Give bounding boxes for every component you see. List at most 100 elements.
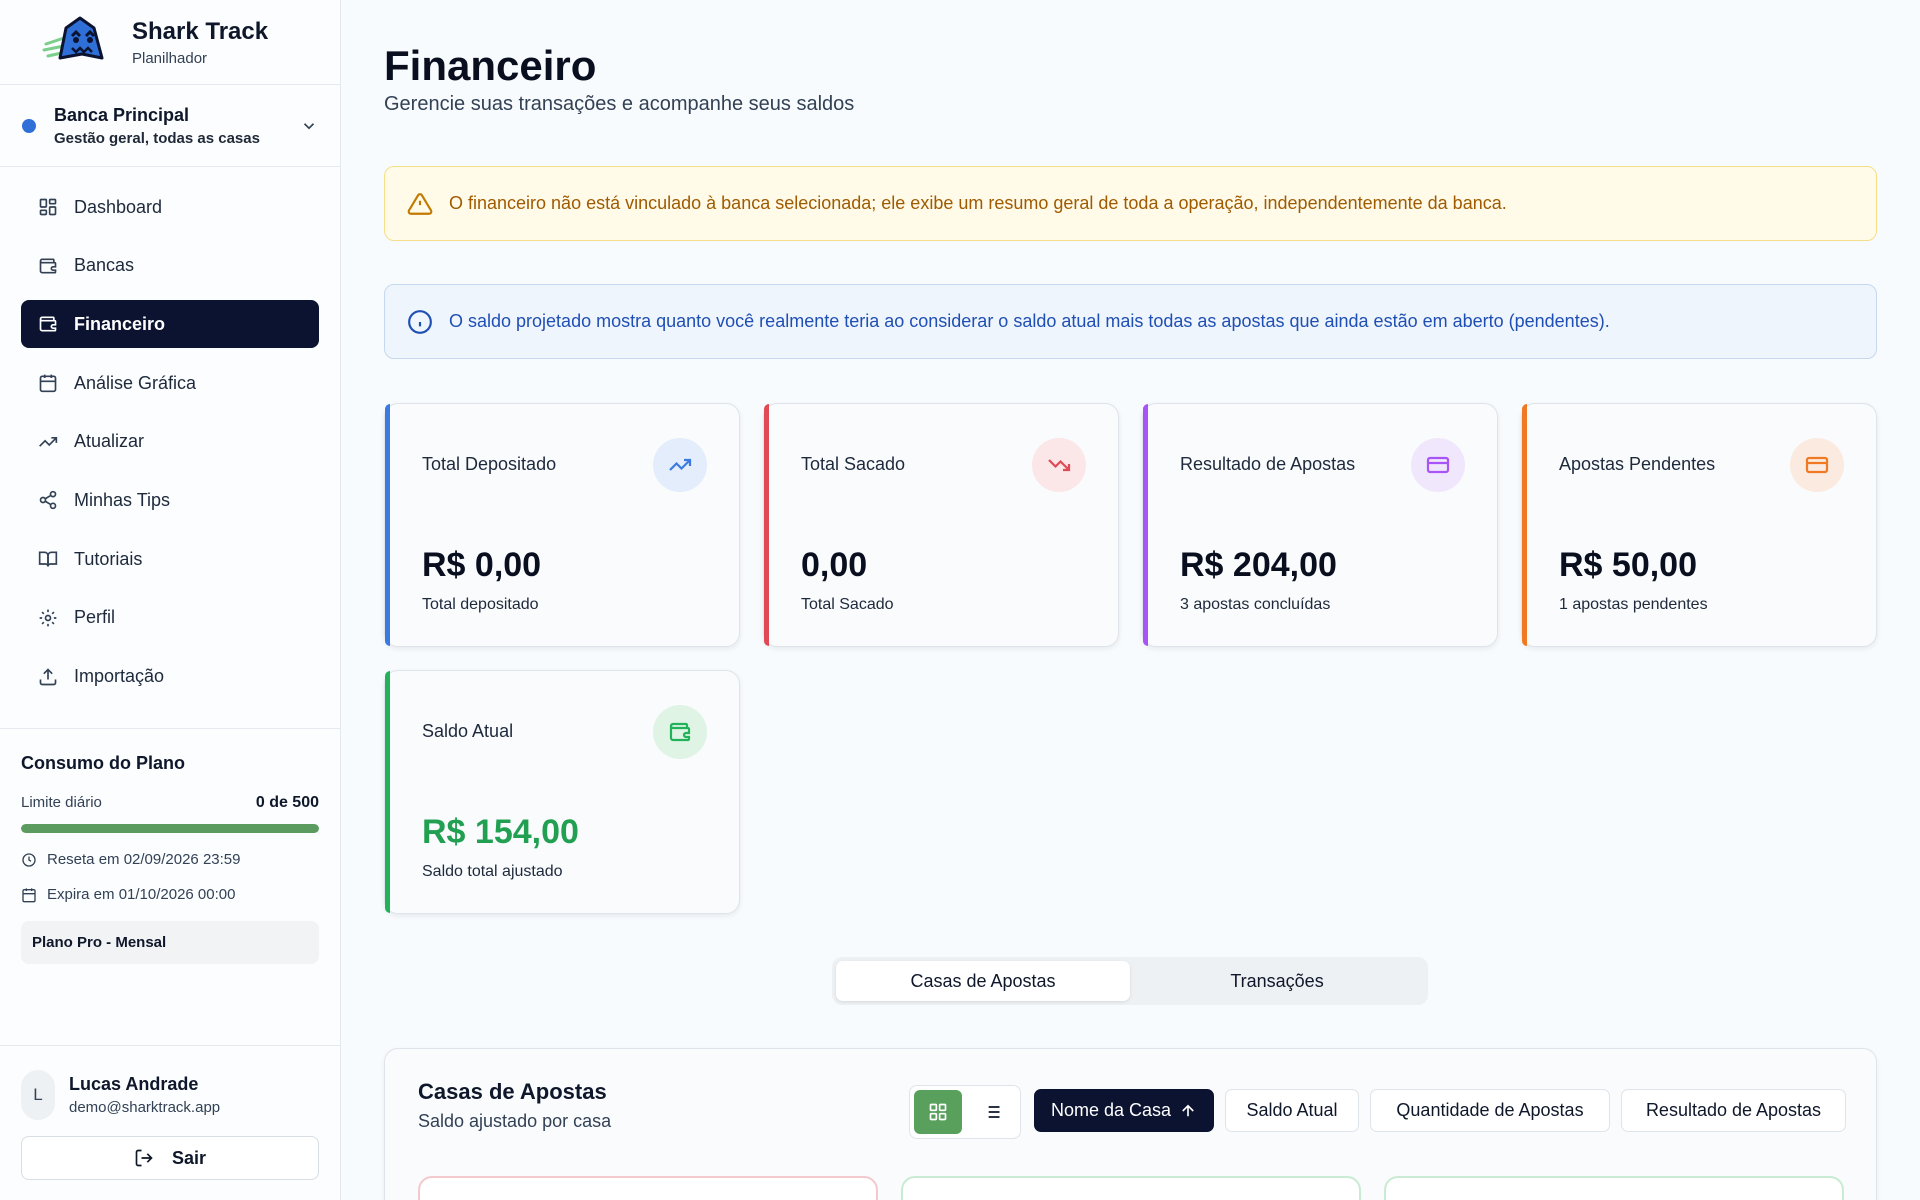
sort-label: Nome da Casa [1050, 1100, 1172, 1120]
info-alert: O saldo projetado mostra quanto você rea… [384, 284, 1877, 359]
trending-up-icon [653, 438, 707, 492]
brand-subtitle: Planilhador [132, 49, 208, 67]
warning-text: O financeiro não está vinculado à banca … [449, 193, 1507, 213]
casa-card[interactable] [418, 1176, 878, 1200]
grid-icon [929, 1103, 947, 1121]
tab-casas-de-apostas[interactable]: Casas de Apostas [836, 961, 1130, 1001]
nav-item-label: Minhas Tips [74, 489, 171, 510]
card-accent [764, 404, 769, 646]
nav-item-financeiro[interactable]: Financeiro [21, 300, 319, 349]
card-note: Saldo total ajustado [422, 863, 563, 880]
card-value: R$ 0,00 [422, 546, 542, 584]
card-accent [385, 404, 390, 646]
sort-nome-da-casa-button[interactable]: Nome da Casa [1034, 1089, 1214, 1132]
chevron-down-icon [303, 122, 315, 129]
plan-title: Consumo do Plano [21, 753, 185, 773]
trending-down-icon [1032, 438, 1086, 492]
card-note: Total Sacado [801, 596, 894, 613]
book-icon [37, 548, 59, 570]
brand[interactable]: Shark Track Planilhador [0, 0, 340, 85]
card-label: Resultado de Apostas [1180, 454, 1356, 474]
card-label: Apostas Pendentes [1559, 454, 1716, 474]
nav-item-label: Análise Gráfica [74, 372, 197, 393]
wallet-icon [37, 255, 59, 277]
tab-transacoes[interactable]: Transações [1130, 961, 1424, 1001]
sort-resultado-apostas-button[interactable]: Resultado de Apostas [1621, 1089, 1846, 1132]
nav-item-dashboard[interactable]: Dashboard [21, 183, 319, 231]
plan-limit-value: 0 de 500 [255, 794, 319, 811]
nav-item-analise-grafica[interactable]: Análise Gráfica [21, 359, 319, 407]
card-total-sacado: Total Sacado 0,00 Total Sacado [763, 403, 1119, 647]
dashboard-icon [37, 196, 59, 218]
card-value: R$ 50,00 [1559, 546, 1697, 584]
plan-usage: Consumo do Plano Limite diário 0 de 500 … [0, 729, 340, 964]
bank-name: Banca Principal [54, 104, 190, 125]
credit-card-icon [1411, 438, 1465, 492]
card-accent [1522, 404, 1527, 646]
shark-logo-icon [42, 16, 104, 60]
plan-limit-row: Limite diário 0 de 500 [21, 794, 319, 812]
bank-selector[interactable]: Banca Principal Gestão geral, todas as c… [0, 85, 340, 167]
arrow-up-icon [1182, 1104, 1194, 1116]
warning-icon [407, 192, 433, 215]
bank-status-dot [22, 118, 36, 133]
plan-expires: Expira em 01/10/2026 00:00 [47, 886, 236, 903]
list-view-button[interactable] [968, 1090, 1016, 1134]
nav-item-perfil[interactable]: Perfil [21, 594, 319, 642]
panel-title: Casas de Apostas [418, 1079, 607, 1104]
card-value: 0,00 [801, 546, 868, 584]
plan-progress-fill [21, 824, 319, 833]
wallet-icon [653, 705, 707, 759]
page-subtitle: Gerencie suas transações e acompanhe seu… [384, 93, 855, 115]
grid-view-button[interactable] [914, 1090, 962, 1134]
info-text: O saldo projetado mostra quanto você rea… [449, 311, 1610, 331]
plan-reset-row: Reseta em 02/09/2026 23:59 [21, 851, 319, 868]
bank-description: Gestão geral, todas as casas [54, 129, 260, 147]
avatar: L [21, 1070, 55, 1120]
plan-expire-row: Expira em 01/10/2026 00:00 [21, 886, 319, 903]
card-resultado-apostas: Resultado de Apostas R$ 204,00 3 apostas… [1142, 403, 1498, 647]
nav-item-label: Bancas [74, 255, 135, 276]
card-value: R$ 154,00 [422, 813, 579, 851]
share-icon [37, 489, 59, 511]
nav-item-importacao[interactable]: Importação [21, 653, 319, 701]
logout-button[interactable]: Sair [21, 1136, 319, 1180]
panel-subtitle: Saldo ajustado por casa [418, 1111, 612, 1131]
nav-item-bancas[interactable]: Bancas [21, 242, 319, 290]
nav-item-label: Perfil [74, 607, 116, 628]
user-area: L Lucas Andrade demo@sharktrack.app Sair [0, 1045, 340, 1200]
casas-panel: Casas de Apostas Saldo ajustado por casa… [384, 1048, 1877, 1200]
sort-saldo-atual-button[interactable]: Saldo Atual [1225, 1089, 1359, 1132]
nav-item-tutoriais[interactable]: Tutoriais [21, 535, 319, 583]
logout-label: Sair [171, 1147, 207, 1168]
card-note: 3 apostas concluídas [1180, 596, 1331, 613]
nav-item-label: Financeiro [74, 313, 166, 334]
sort-quantidade-apostas-button[interactable]: Quantidade de Apostas [1370, 1089, 1610, 1132]
nav-item-minhas-tips[interactable]: Minhas Tips [21, 476, 319, 524]
warning-alert: O financeiro não está vinculado à banca … [384, 166, 1877, 241]
main-nav: Dashboard Bancas Financeiro Análise Gráf… [0, 167, 340, 729]
card-saldo-atual: Saldo Atual R$ 154,00 Saldo total ajusta… [384, 670, 740, 914]
user-name: Lucas Andrade [69, 1074, 199, 1094]
card-value: R$ 204,00 [1180, 546, 1337, 584]
upload-icon [37, 666, 59, 688]
card-label: Total Sacado [801, 454, 906, 474]
plan-badge: Plano Pro - Mensal [21, 921, 319, 964]
trending-up-icon [37, 431, 59, 453]
card-total-depositado: Total Depositado R$ 0,00 Total depositad… [384, 403, 740, 647]
view-toggle [909, 1085, 1021, 1139]
card-accent [385, 671, 390, 913]
card-label: Total Depositado [422, 454, 557, 474]
user-profile[interactable]: L Lucas Andrade demo@sharktrack.app [21, 1070, 319, 1120]
sidebar: Shark Track Planilhador Banca Principal … [0, 0, 341, 1200]
nav-item-label: Atualizar [74, 431, 145, 452]
nav-item-atualizar[interactable]: Atualizar [21, 418, 319, 466]
casa-card[interactable] [1384, 1176, 1844, 1200]
list-icon [984, 1106, 1000, 1118]
page-title: Financeiro [384, 42, 597, 89]
card-accent [1143, 404, 1148, 646]
casa-card[interactable] [901, 1176, 1361, 1200]
nav-item-label: Importação [74, 666, 165, 686]
logout-icon [135, 1149, 153, 1167]
brand-name: Shark Track [132, 17, 269, 45]
